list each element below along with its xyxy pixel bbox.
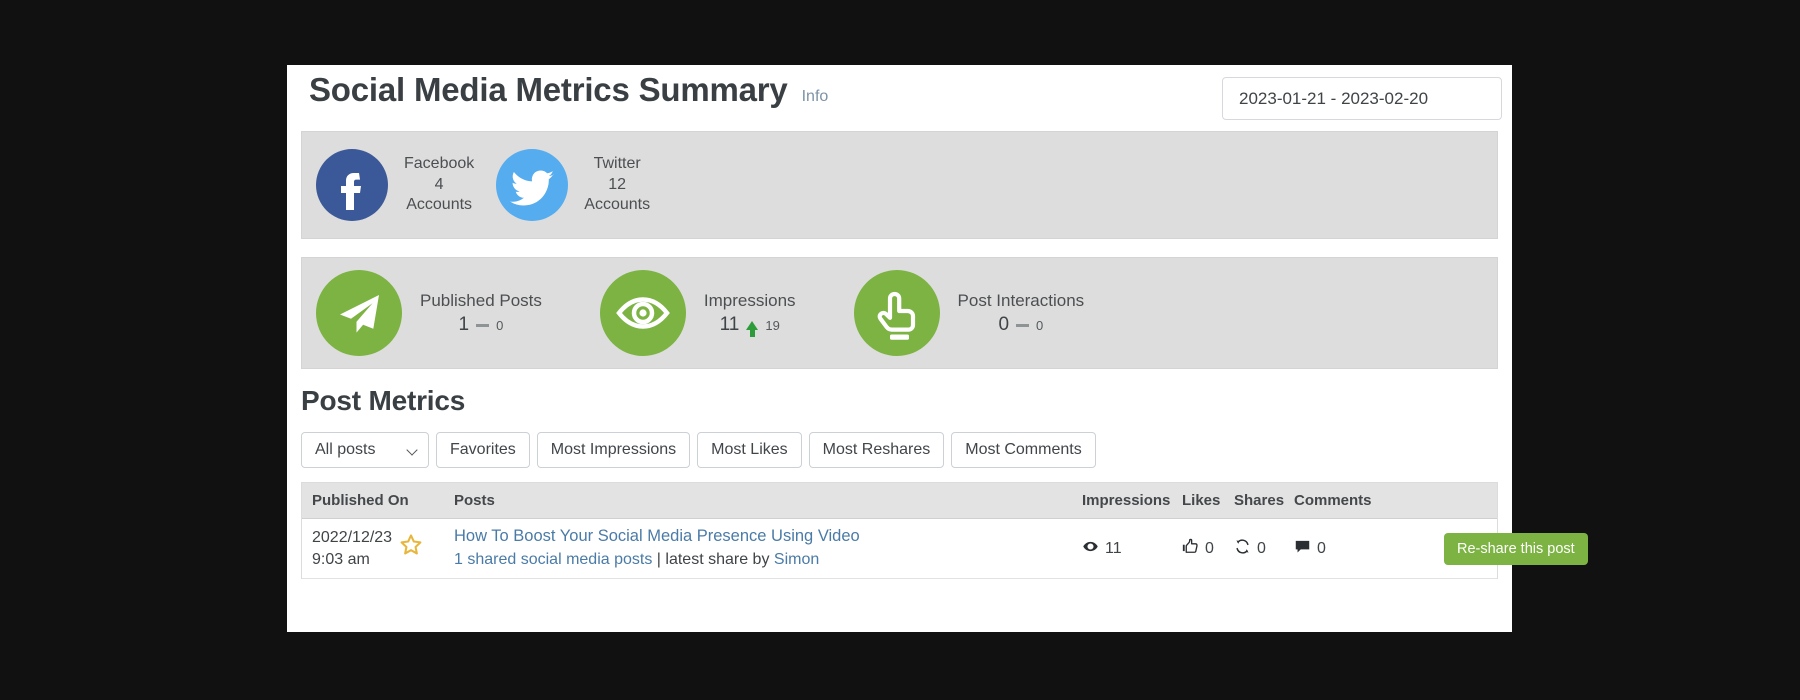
published-datetime: 2022/12/23 9:03 am (312, 527, 392, 570)
table-header-row: Published On Posts Impressions Likes Sha… (302, 483, 1497, 519)
post-metrics-filter-row: All posts Favorites Most Impressions Mos… (301, 432, 1512, 468)
title-group: Social Media Metrics Summary Info (309, 73, 828, 106)
chevron-down-icon (406, 444, 417, 455)
shares-value: 0 (1257, 540, 1266, 558)
metric-value-row-post-interactions: 0 0 (958, 314, 1085, 336)
comments-stat: 0 (1294, 538, 1444, 560)
trend-flat-icon (1016, 324, 1029, 327)
account-count-facebook: 4 (404, 175, 474, 195)
metrics-card: Social Media Metrics Summary Info 2023-0… (287, 65, 1512, 632)
cell-comments: 0 (1294, 538, 1444, 560)
summary-metrics-panel: Published Posts 1 0 Impressions 11 (301, 257, 1498, 369)
post-title-link[interactable]: How To Boost Your Social Media Presence … (454, 525, 1082, 548)
column-header-published-on: Published On (302, 492, 454, 509)
column-header-likes: Likes (1182, 492, 1234, 509)
retweet-icon (1234, 538, 1251, 560)
likes-value: 0 (1205, 540, 1214, 558)
post-subtitle: 1 shared social media posts | latest sha… (454, 549, 1082, 572)
account-network-twitter: Twitter (584, 154, 650, 174)
latest-share-user-link[interactable]: Simon (774, 551, 819, 568)
account-count-twitter: 12 (584, 175, 650, 195)
metric-post-interactions: Post Interactions 0 0 (854, 270, 1085, 356)
impressions-value: 11 (1105, 540, 1122, 558)
metric-value-row-impressions: 11 19 (704, 314, 796, 336)
shared-posts-link[interactable]: 1 shared social media posts (454, 551, 652, 568)
impressions-stat: 11 (1082, 538, 1182, 560)
cell-shares: 0 (1234, 538, 1294, 560)
filter-button-most-reshares[interactable]: Most Reshares (809, 432, 945, 468)
account-text-facebook: Facebook 4 Accounts (404, 154, 474, 215)
card-header: Social Media Metrics Summary Info 2023-0… (287, 65, 1512, 128)
subtitle-separator: | (657, 551, 661, 568)
metric-value-published-posts: 1 (459, 314, 470, 336)
post-metrics-title: Post Metrics (301, 385, 1512, 417)
metric-label-impressions: Impressions (704, 290, 796, 311)
metric-impressions: Impressions 11 19 (600, 270, 796, 356)
published-time: 9:03 am (312, 549, 392, 571)
eye-icon (1082, 538, 1099, 560)
facebook-icon (316, 149, 388, 221)
filter-button-most-comments[interactable]: Most Comments (951, 432, 1095, 468)
metric-label-post-interactions: Post Interactions (958, 290, 1085, 311)
account-unit-twitter: Accounts (584, 195, 650, 215)
metric-value-post-interactions: 0 (998, 314, 1009, 336)
metric-label-published-posts: Published Posts (420, 290, 542, 311)
metric-delta-post-interactions: 0 (1036, 318, 1043, 333)
comment-bubble-icon (1294, 538, 1311, 560)
column-header-shares: Shares (1234, 492, 1294, 509)
thumbs-up-icon (1182, 538, 1199, 560)
twitter-icon (496, 149, 568, 221)
social-accounts-panel: Facebook 4 Accounts Twitter 12 Accounts (301, 131, 1498, 239)
cell-published-on: 2022/12/23 9:03 am (302, 527, 454, 570)
metric-delta-published-posts: 0 (496, 318, 503, 333)
account-network-facebook: Facebook (404, 154, 474, 174)
metric-value-impressions: 11 (720, 314, 740, 336)
cell-post: How To Boost Your Social Media Presence … (454, 525, 1082, 571)
filter-button-most-impressions[interactable]: Most Impressions (537, 432, 690, 468)
reshare-post-button[interactable]: Re-share this post (1444, 533, 1588, 565)
date-range-value: 2023-01-21 - 2023-02-20 (1239, 89, 1428, 109)
date-range-picker[interactable]: 2023-01-21 - 2023-02-20 (1222, 77, 1502, 120)
published-date: 2022/12/23 (312, 527, 392, 549)
metric-published-posts: Published Posts 1 0 (316, 270, 542, 356)
filter-button-favorites[interactable]: Favorites (436, 432, 530, 468)
post-filter-select-value: All posts (315, 441, 375, 459)
account-item-facebook[interactable]: Facebook 4 Accounts (316, 149, 474, 221)
page-title: Social Media Metrics Summary (309, 73, 788, 106)
column-header-comments: Comments (1294, 492, 1444, 509)
column-header-posts: Posts (454, 492, 1082, 509)
post-filter-select[interactable]: All posts (301, 432, 429, 468)
favorite-star-icon[interactable] (398, 532, 424, 565)
metric-value-row-published-posts: 1 0 (420, 314, 542, 336)
table-row: 2022/12/23 9:03 am How To Boost Your Soc… (302, 519, 1497, 579)
post-metrics-table: Published On Posts Impressions Likes Sha… (301, 482, 1498, 579)
info-link[interactable]: Info (802, 88, 829, 106)
eye-icon (600, 270, 686, 356)
account-item-twitter[interactable]: Twitter 12 Accounts (496, 149, 650, 221)
metric-delta-impressions: 19 (765, 318, 779, 333)
account-text-twitter: Twitter 12 Accounts (584, 154, 650, 215)
likes-stat: 0 (1182, 538, 1234, 560)
trend-up-icon (746, 321, 758, 330)
latest-share-prefix: latest share by (665, 551, 769, 568)
shares-stat: 0 (1234, 538, 1294, 560)
cell-actions: Re-share this post (1444, 533, 1600, 565)
trend-flat-icon (476, 324, 489, 327)
filter-button-most-likes[interactable]: Most Likes (697, 432, 801, 468)
comments-value: 0 (1317, 540, 1326, 558)
paper-plane-icon (316, 270, 402, 356)
column-header-impressions: Impressions (1082, 492, 1182, 509)
hand-pointer-icon (854, 270, 940, 356)
account-unit-facebook: Accounts (404, 195, 474, 215)
cell-impressions: 11 (1082, 538, 1182, 560)
cell-likes: 0 (1182, 538, 1234, 560)
